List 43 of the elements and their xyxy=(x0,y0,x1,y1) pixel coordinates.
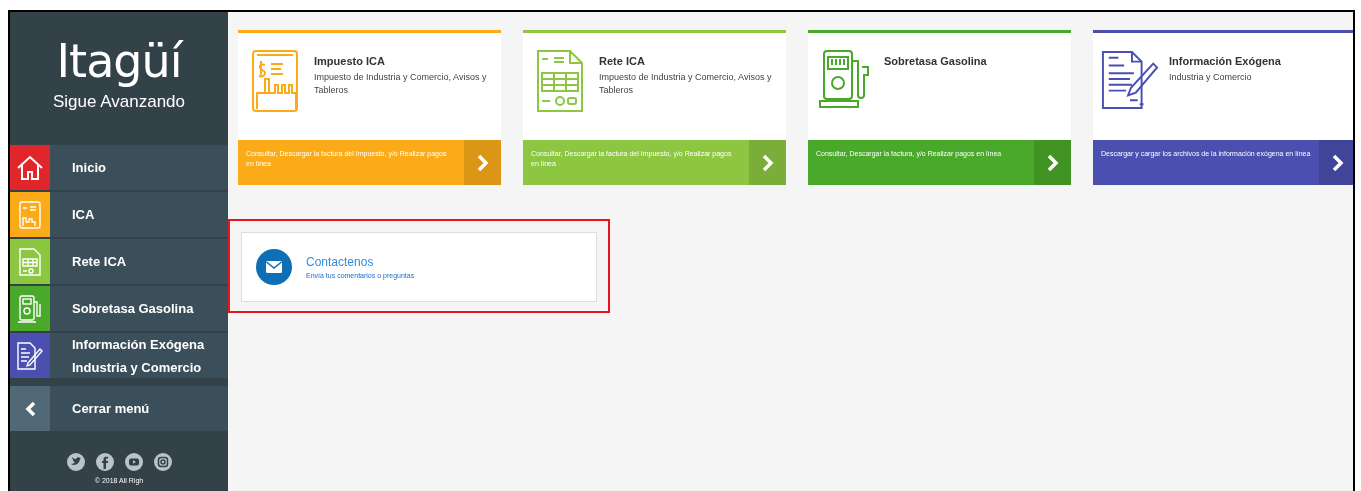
menu-item[interactable]: ICA xyxy=(10,192,228,237)
menu-label: Información Exógena xyxy=(72,336,205,352)
menu-label: Sobretasa Gasolina xyxy=(72,301,194,316)
card-arrow-button[interactable] xyxy=(1034,140,1071,185)
menu-item[interactable]: Rete ICA xyxy=(10,239,228,284)
menu-item[interactable]: Información Exógena Industria y Comercio xyxy=(10,333,228,378)
menu-item[interactable]: Cerrar menú xyxy=(10,386,228,431)
chevron-right-icon xyxy=(1046,153,1059,172)
video-play-icon[interactable] xyxy=(124,453,143,471)
menu-label: Inicio xyxy=(72,160,106,175)
house-icon xyxy=(16,153,44,182)
invoice-factory-icon xyxy=(251,49,299,113)
menu-label: ICA xyxy=(72,207,95,222)
menu-item[interactable]: Inicio xyxy=(10,145,228,190)
card-description: Impuesto de Industria y Comercio, Avisos y Tableros xyxy=(314,71,488,97)
fuel-pump-icon xyxy=(818,49,872,109)
menu-sublabel: Industria y Comercio xyxy=(72,359,203,375)
card-description: Industria y Comercio xyxy=(1169,71,1253,84)
contact-title: Contactenos xyxy=(306,255,375,269)
card-title: Sobretasa Gasolina xyxy=(884,55,988,67)
card-description: Impuesto de Industria y Comercio, Avisos y Tableros xyxy=(599,71,773,97)
spreadsheet-icon xyxy=(18,246,42,277)
card-arrow-button[interactable] xyxy=(1319,140,1353,185)
facebook-icon[interactable] xyxy=(95,453,114,471)
camera-icon[interactable] xyxy=(153,453,172,471)
chevron-right-icon xyxy=(476,153,489,172)
chevron-right-icon xyxy=(1331,153,1344,172)
chevron-left-icon xyxy=(24,400,36,417)
menu-label: Rete ICA xyxy=(72,254,127,269)
invoice-icon xyxy=(18,199,42,230)
spreadsheet-icon xyxy=(536,49,584,113)
bird-icon[interactable] xyxy=(66,453,85,471)
fuel-pump-icon xyxy=(17,293,43,324)
menu-item[interactable]: Sobretasa Gasolina xyxy=(10,286,228,331)
menu-label: Cerrar menú xyxy=(72,401,150,416)
chevron-right-icon xyxy=(761,153,774,172)
card-title: Rete ICA xyxy=(599,55,646,67)
logo-subtitle: Sigue Avanzando xyxy=(53,91,185,112)
card-title: Impuesto ICA xyxy=(314,55,386,67)
document-pen-icon xyxy=(1101,49,1159,111)
card-title: Información Exógena xyxy=(1169,55,1282,67)
document-pen-icon xyxy=(16,340,44,371)
envelope-icon xyxy=(256,249,292,285)
